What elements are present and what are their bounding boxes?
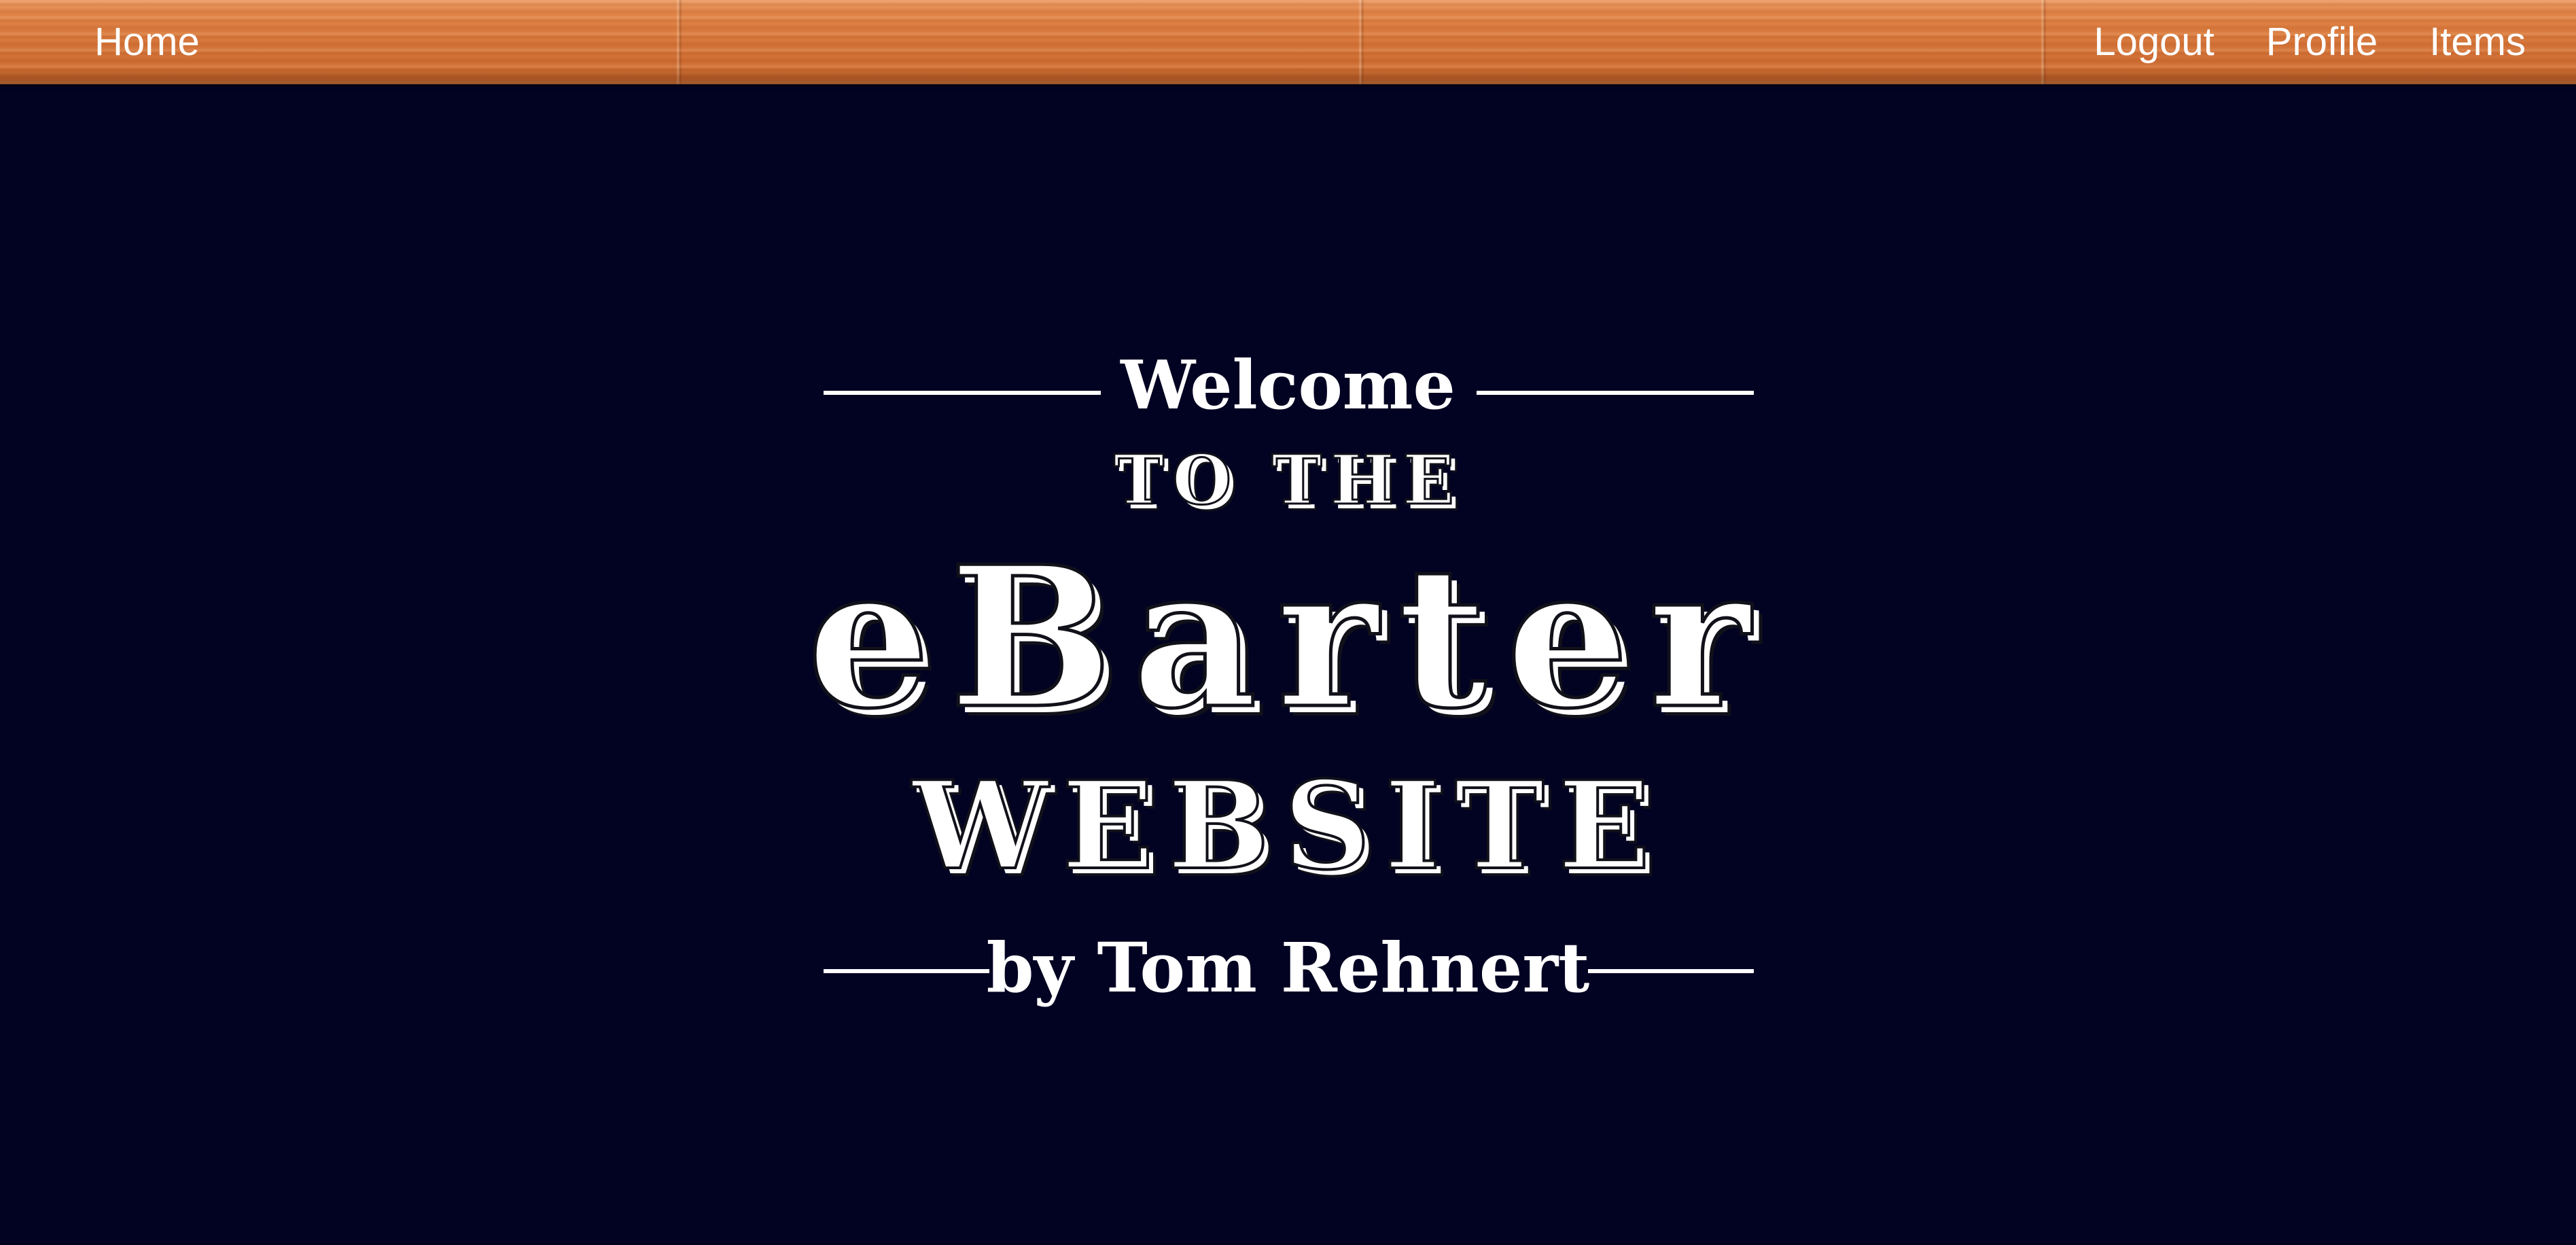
- brand-title: eBarter: [805, 524, 1769, 752]
- to-the-heading: TO THE: [1112, 440, 1463, 520]
- author-byline: by Tom Rehnert: [986, 928, 1590, 1008]
- top-navbar: Home Logout Profile Items: [0, 0, 2576, 84]
- nav-home-link[interactable]: Home: [94, 22, 200, 62]
- website-heading: WEBSITE: [911, 754, 1664, 896]
- nav-left-group: Home: [0, 22, 200, 62]
- nav-logout-link[interactable]: Logout: [2094, 22, 2214, 62]
- nav-profile-link[interactable]: Profile: [2266, 22, 2378, 62]
- welcome-heading: Welcome: [1121, 347, 1455, 425]
- nav-items-link[interactable]: Items: [2429, 22, 2526, 62]
- hero-banner: Welcome TO THE eBarter WEBSITE by Tom Re…: [0, 84, 2576, 1245]
- nav-right-group: Logout Profile Items: [2094, 22, 2576, 62]
